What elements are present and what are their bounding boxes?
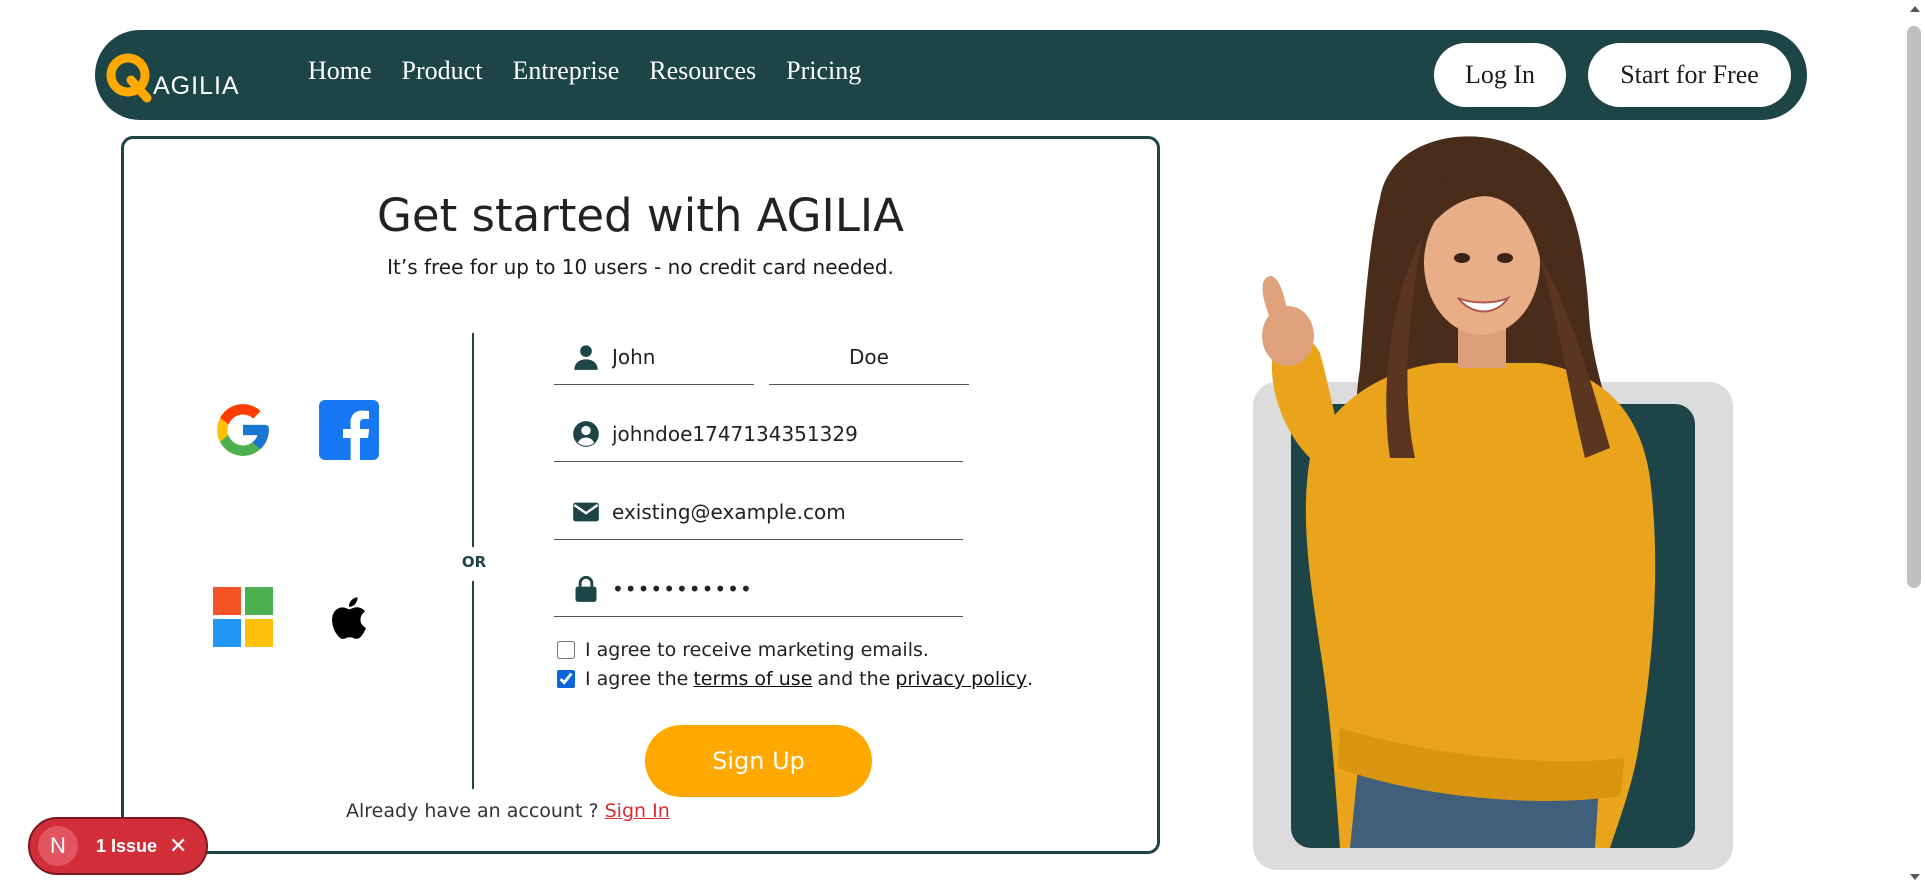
privacy-policy-link[interactable]: privacy policy (895, 668, 1027, 690)
scroll-up-arrow-icon[interactable] (1910, 6, 1920, 12)
lock-icon (575, 575, 597, 602)
username-input[interactable] (612, 406, 957, 462)
top-navbar: AGILIA Home Product Entreprise Resources… (95, 30, 1807, 120)
divider-line-top (472, 333, 474, 547)
nav-home[interactable]: Home (308, 56, 372, 86)
already-text: Already have an account ? (346, 800, 599, 822)
google-signin-button[interactable] (212, 399, 274, 461)
apple-icon (332, 597, 366, 639)
microsoft-icon (213, 587, 273, 647)
marketing-checkbox[interactable] (557, 641, 575, 659)
login-button[interactable]: Log In (1434, 43, 1566, 107)
nav-entreprise[interactable]: Entreprise (512, 56, 619, 86)
microsoft-signin-button[interactable] (212, 586, 274, 648)
nav-product[interactable]: Product (402, 56, 483, 86)
facebook-signin-button[interactable] (318, 399, 380, 461)
first-name-input[interactable] (612, 329, 748, 385)
terms-consent-row: I agree the terms of use and the privacy… (557, 668, 1033, 690)
logo-text: AGILIA (153, 72, 240, 100)
marketing-consent-row: I agree to receive marketing emails. (557, 639, 929, 661)
signup-title: Get started with AGILIA (377, 189, 904, 242)
nav-links: Home Product Entreprise Resources Pricin… (308, 56, 861, 86)
facebook-icon (319, 400, 379, 461)
scrollbar-thumb[interactable] (1907, 26, 1921, 588)
terms-of-use-link[interactable]: terms of use (693, 668, 812, 690)
envelope-icon (573, 502, 599, 522)
google-icon (217, 404, 269, 456)
email-field (554, 484, 963, 540)
agilia-logo[interactable]: AGILIA (103, 50, 243, 106)
marketing-label: I agree to receive marketing emails. (585, 639, 929, 661)
sign-in-link[interactable]: Sign In (605, 800, 670, 822)
scroll-down-arrow-icon[interactable] (1910, 874, 1920, 880)
user-circle-icon (573, 421, 599, 447)
or-label: OR (461, 553, 487, 571)
signup-subtitle: It’s free for up to 10 users - no credit… (387, 255, 894, 279)
issue-avatar: N (38, 826, 78, 866)
email-input[interactable] (612, 484, 957, 540)
terms-suffix: . (1027, 668, 1034, 690)
nav-pricing[interactable]: Pricing (786, 56, 861, 86)
nav-resources[interactable]: Resources (649, 56, 756, 86)
issue-count-label: 1 Issue (96, 835, 158, 856)
close-icon[interactable]: ✕ (169, 834, 187, 859)
already-have-account: Already have an account ? Sign In (346, 800, 670, 822)
sign-up-button[interactable]: Sign Up (645, 725, 872, 797)
user-icon (574, 345, 598, 370)
first-name-field (554, 329, 754, 385)
password-field (554, 561, 963, 617)
agilia-logo-mark (106, 53, 152, 103)
start-for-free-button[interactable]: Start for Free (1588, 43, 1791, 107)
signup-card: Get started with AGILIA It’s free for up… (121, 136, 1160, 854)
apple-signin-button[interactable] (318, 586, 380, 648)
password-input[interactable] (612, 561, 957, 617)
divider-line-bottom (472, 581, 474, 789)
last-name-field (769, 329, 969, 385)
thumbs-up-woman-illustration (1262, 136, 1656, 848)
last-name-input[interactable] (769, 329, 969, 385)
username-field (554, 406, 963, 462)
terms-middle: and the (817, 668, 891, 690)
terms-prefix: I agree the (585, 668, 689, 690)
terms-checkbox[interactable] (557, 670, 575, 688)
issue-badge[interactable]: N 1 Issue ✕ (28, 817, 208, 875)
